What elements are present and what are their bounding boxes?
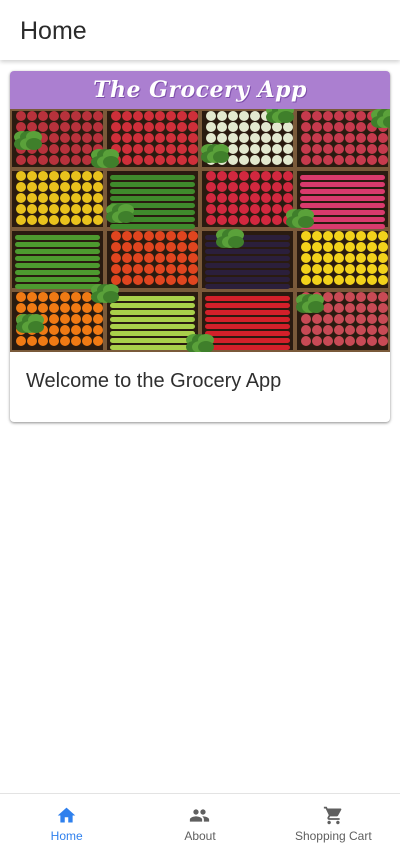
nav-label-shopping-cart: Shopping Cart [294, 829, 372, 843]
nav-item-about[interactable]: About [133, 794, 266, 851]
nav-label-about: About [184, 829, 216, 843]
app-header: Home [0, 0, 400, 60]
people-icon [190, 809, 210, 822]
shopping-cart-icon [323, 806, 342, 825]
home-icon [57, 807, 76, 823]
nav-item-home[interactable]: Home [0, 794, 133, 851]
nav-label-home: Home [50, 829, 83, 843]
welcome-card: The Grocery App Welcome to the Grocery A… [10, 71, 390, 422]
banner-title: The Grocery App [93, 77, 307, 103]
nav-item-shopping-cart[interactable]: Shopping Cart [267, 794, 400, 851]
welcome-text: Welcome to the Grocery App [26, 370, 282, 392]
banner: The Grocery App [10, 71, 390, 109]
produce-image [10, 109, 390, 352]
bottom-navigation: Home About Shopping Cart [0, 793, 400, 851]
page-title: Home [20, 17, 87, 45]
